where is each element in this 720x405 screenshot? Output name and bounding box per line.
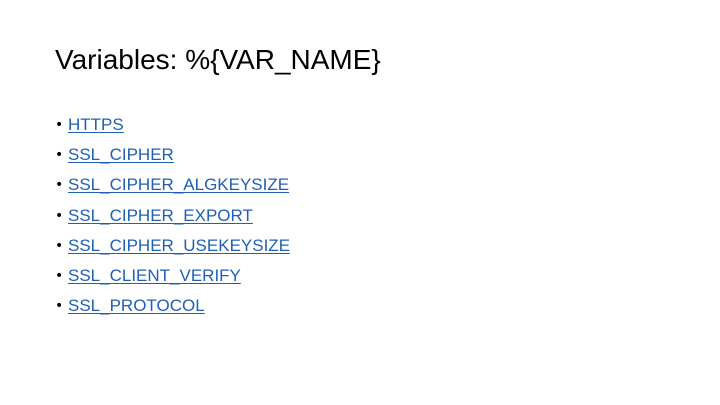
bullet-icon: • [55,237,64,254]
link-ssl-cipher-algkeysize[interactable]: SSL_CIPHER_ALGKEYSIZE [68,175,289,195]
bullet-icon: • [55,207,64,224]
list-item: • SSL_CLIENT_VERIFY [55,261,290,291]
link-ssl-protocol[interactable]: SSL_PROTOCOL [68,296,205,316]
list-item: • SSL_CIPHER [55,140,290,170]
list-item: • SSL_CIPHER_USEKEYSIZE [55,231,290,261]
bullet-icon: • [55,268,64,285]
list-item: • HTTPS [55,110,290,140]
list-item: • SSL_CIPHER_ALGKEYSIZE [55,170,290,200]
bullet-icon: • [55,147,64,164]
bullet-icon: • [55,117,64,134]
link-ssl-cipher-export[interactable]: SSL_CIPHER_EXPORT [68,206,253,226]
bullet-icon: • [55,298,64,315]
slide: Variables: %{VAR_NAME} • HTTPS • SSL_CIP… [0,0,720,405]
link-ssl-cipher[interactable]: SSL_CIPHER [68,145,174,165]
list-item: • SSL_PROTOCOL [55,291,290,321]
bullet-icon: • [55,177,64,194]
link-ssl-cipher-usekeysize[interactable]: SSL_CIPHER_USEKEYSIZE [68,236,290,256]
bullet-list: • HTTPS • SSL_CIPHER • SSL_CIPHER_ALGKEY… [55,110,290,321]
list-item: • SSL_CIPHER_EXPORT [55,201,290,231]
link-https[interactable]: HTTPS [68,115,124,135]
slide-title: Variables: %{VAR_NAME} [55,44,381,75]
link-ssl-client-verify[interactable]: SSL_CLIENT_VERIFY [68,266,241,286]
